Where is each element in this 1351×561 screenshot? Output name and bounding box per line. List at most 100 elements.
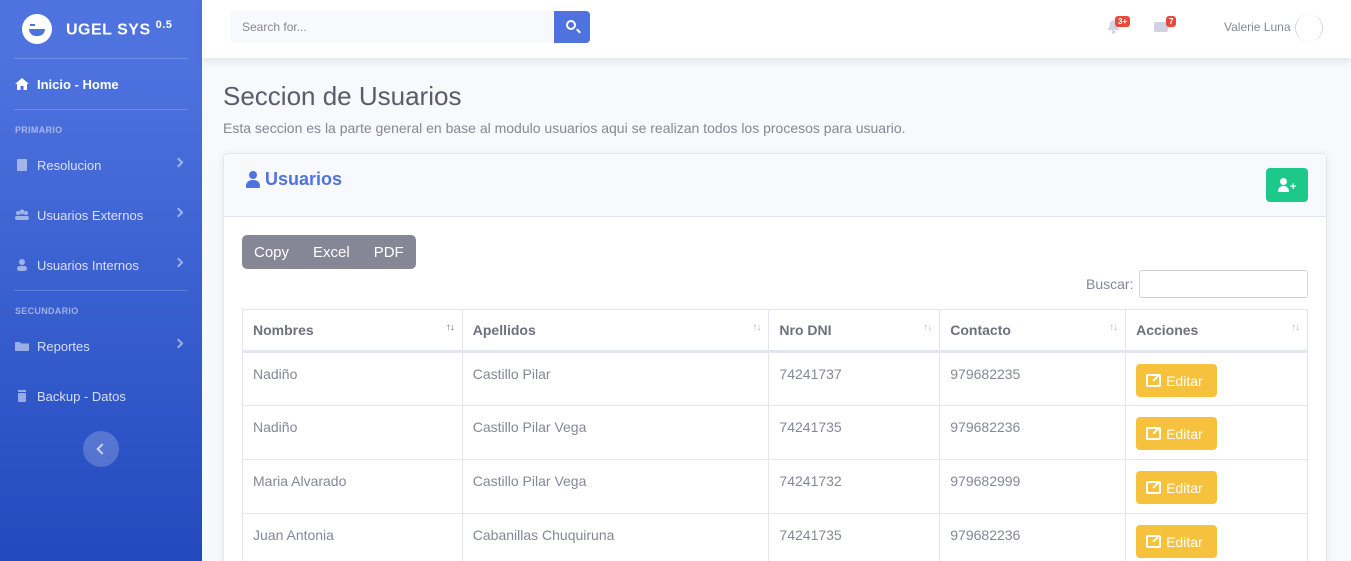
edit-button[interactable]: Editar [1136, 417, 1218, 450]
users-card: Usuarios + Copy Excel PDF Buscar: Nombre… [223, 153, 1327, 561]
card-title: Usuarios [245, 169, 342, 190]
sidebar-item-label: Resolucion [37, 157, 102, 173]
cell-contacto: 979682999 [939, 459, 1127, 514]
edit-icon [1146, 374, 1162, 387]
book-icon [17, 159, 27, 171]
table-header-row: Nombres ↑↓ Apellidos ↑↓ Nro DNI ↑↓ Contacto… [242, 309, 1308, 353]
edit-button[interactable]: Editar [1136, 471, 1218, 504]
search-icon [566, 20, 576, 30]
search-bar [230, 11, 590, 43]
cell-dni: 74241735 [768, 513, 941, 561]
trash-icon [18, 390, 26, 402]
sidebar-item-label: Usuarios Internos [37, 257, 139, 273]
sort-icon: ↑↓ [923, 322, 932, 333]
cell-nombres: Nadiño [242, 405, 463, 460]
sort-icon: ↑↓ [445, 322, 455, 333]
card-title-label: Usuarios [265, 169, 343, 189]
sidebar-toggle-button[interactable] [83, 431, 119, 467]
search-button[interactable] [554, 11, 590, 43]
sidebar-item-usuarios-externos[interactable]: Usuarios Externos [0, 190, 202, 240]
sort-icon: ↑↓ [1109, 322, 1118, 333]
sort-icon: ↑↓ [1291, 322, 1300, 333]
sidebar-item-home[interactable]: Inicio - Home [0, 59, 202, 109]
brand-version: 0.5 [155, 18, 173, 31]
sidebar-item-usuarios-internos[interactable]: Usuarios Internos [0, 240, 202, 290]
sidebar-item-backup[interactable]: Backup - Datos [0, 371, 202, 421]
chevron-right-icon [173, 207, 184, 218]
cell-acciones: Editar [1125, 351, 1308, 406]
column-header-contacto[interactable]: Contacto ↑↓ [939, 309, 1127, 353]
pdf-button[interactable]: PDF [362, 235, 416, 269]
sidebar-item-reportes[interactable]: Reportes [0, 321, 202, 371]
avatar[interactable] [1295, 14, 1323, 42]
chevron-right-icon [173, 338, 184, 349]
table-row: Nadiño Castillo Pilar Vega 74241735 9796… [242, 405, 1308, 460]
cell-nombres: Nadiño [242, 351, 463, 406]
export-button-group: Copy Excel PDF [242, 235, 416, 269]
brand-name: UGEL SYS [66, 21, 151, 39]
edit-icon [1146, 535, 1162, 548]
cell-dni: 74241737 [768, 351, 941, 406]
cell-apellidos: Cabanillas Chuquiruna [461, 513, 770, 561]
sidebar-item-label: Usuarios Externos [37, 207, 144, 223]
user-icon [17, 259, 27, 271]
users-icon [15, 209, 29, 220]
page-title: Seccion de Usuarios [223, 81, 462, 111]
cell-apellidos: Castillo Pilar Vega [461, 405, 770, 460]
cell-contacto: 979682236 [939, 405, 1127, 460]
cell-apellidos: Castillo Pilar [461, 351, 770, 406]
table-row: Juan Antonia Cabanillas Chuquiruna 74241… [242, 513, 1308, 561]
chevron-right-icon [173, 157, 184, 168]
sidebar-divider [14, 109, 188, 110]
table-search-label: Buscar: [1086, 276, 1134, 292]
cell-acciones: Editar [1125, 459, 1308, 514]
sidebar-divider [14, 290, 188, 291]
cell-contacto: 979682236 [939, 513, 1127, 561]
table-row: Maria Alvarado Castillo Pilar Vega 74241… [242, 459, 1308, 514]
cell-acciones: Editar [1125, 513, 1308, 561]
laugh-wink-icon [22, 14, 52, 44]
cell-nombres: Juan Antonia [242, 513, 463, 561]
cell-dni: 74241732 [768, 459, 941, 514]
alerts-badge: 3+ [1115, 16, 1131, 27]
excel-button[interactable]: Excel [301, 235, 362, 269]
user-name[interactable]: Valerie Luna [1224, 20, 1291, 34]
table-row: Nadiño Castillo Pilar 74241737 979682235… [242, 351, 1308, 406]
sidebar-heading-primary: PRIMARIO [15, 125, 63, 135]
topbar: 3+ 7 Valerie Luna [202, 0, 1351, 58]
cell-acciones: Editar [1125, 405, 1308, 460]
sort-icon: ↑↓ [752, 322, 761, 333]
edit-icon [1146, 427, 1162, 440]
edit-button[interactable]: Editar [1136, 364, 1218, 397]
home-icon [15, 78, 29, 90]
edit-icon [1146, 481, 1162, 494]
add-user-button[interactable]: + [1266, 168, 1308, 202]
sidebar-heading-secondary: SECUNDARIO [15, 306, 79, 316]
search-input[interactable] [230, 11, 554, 43]
edit-button[interactable]: Editar [1136, 525, 1218, 558]
table-search-input[interactable] [1139, 270, 1309, 298]
column-header-acciones[interactable]: Acciones ↑↓ [1125, 309, 1308, 353]
cell-dni: 74241735 [768, 405, 941, 460]
messages-badge: 7 [1166, 16, 1177, 27]
column-header-apellidos[interactable]: Apellidos ↑↓ [461, 309, 770, 353]
folder-icon [15, 342, 29, 351]
sidebar-item-label: Backup - Datos [37, 388, 126, 404]
users-table: Nombres ↑↓ Apellidos ↑↓ Nro DNI ↑↓ Contacto… [242, 309, 1308, 561]
cell-contacto: 979682235 [939, 351, 1127, 406]
sidebar-item-resolucion[interactable]: Resolucion [0, 140, 202, 190]
brand[interactable]: UGEL SYS 0.5 [0, 0, 202, 58]
card-header: Usuarios + [224, 154, 1326, 217]
sidebar-item-label: Reportes [37, 338, 90, 354]
table-search: Buscar: [1086, 270, 1309, 298]
copy-button[interactable]: Copy [242, 235, 301, 269]
column-header-nombres[interactable]: Nombres ↑↓ [242, 309, 463, 353]
page-description: Esta seccion es la parte general en base… [223, 120, 906, 136]
cell-nombres: Maria Alvarado [242, 459, 463, 514]
column-header-dni[interactable]: Nro DNI ↑↓ [768, 309, 941, 353]
sidebar: UGEL SYS 0.5 Inicio - Home PRIMARIO Reso… [0, 0, 202, 561]
sidebar-item-label: Inicio - Home [37, 76, 119, 92]
user-icon [245, 170, 261, 189]
chevron-right-icon [173, 257, 184, 268]
cell-apellidos: Castillo Pilar Vega [461, 459, 770, 514]
